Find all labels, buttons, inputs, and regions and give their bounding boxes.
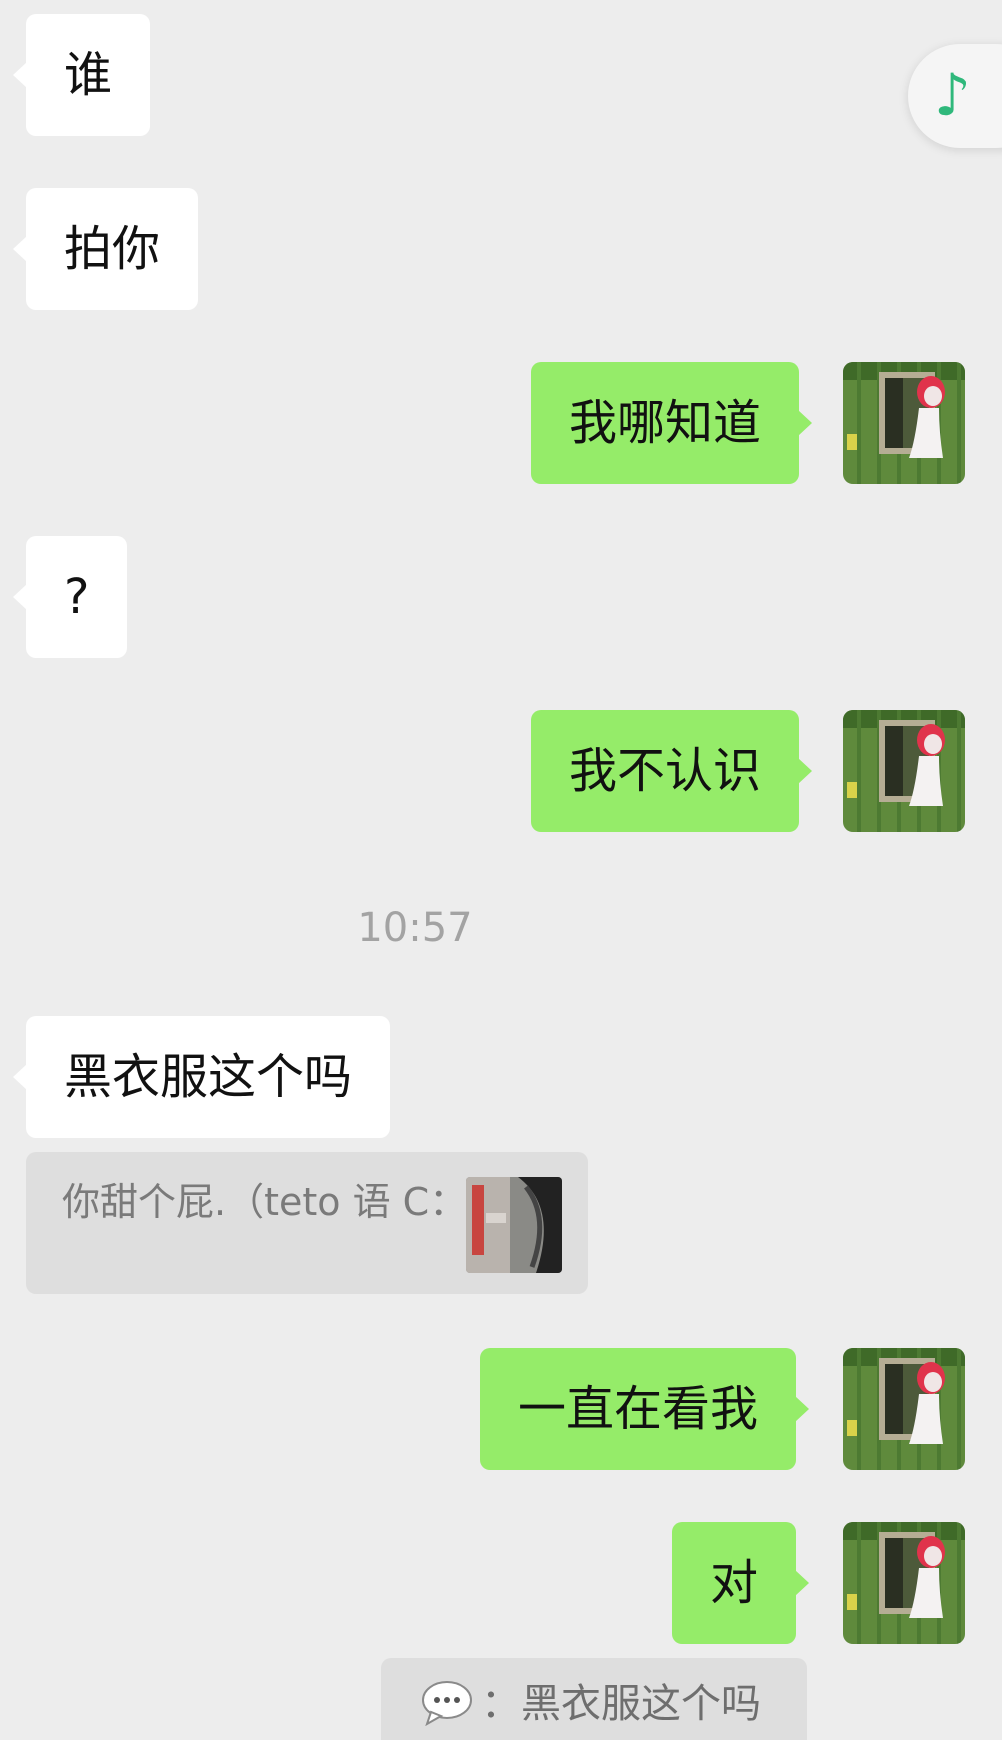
message-text: 拍你 (64, 221, 161, 277)
avatar-image (843, 710, 965, 832)
message-text: 一直在看我 (518, 1381, 759, 1437)
message-timestamp: 10:57 (357, 905, 473, 951)
incoming-message-bubble[interactable]: 拍你 (12, 188, 199, 310)
message-text: ? (64, 569, 90, 625)
outgoing-message-bubble[interactable]: 我哪知道 (531, 362, 813, 484)
quoted-message[interactable]: ：黑衣服这个吗 (381, 1658, 807, 1740)
incoming-message-bubble[interactable]: 谁 (12, 14, 151, 136)
quoted-message-text: 你甜个屁.（teto 语 C： (62, 1180, 468, 1224)
outgoing-message-bubble[interactable]: 对 (672, 1522, 810, 1644)
incoming-message-bubble[interactable]: ? (12, 536, 128, 658)
user-avatar[interactable] (843, 710, 965, 832)
incoming-message-bubble[interactable]: 黑衣服这个吗 (12, 1016, 391, 1138)
message-text: 我哪知道 (569, 395, 762, 451)
user-avatar[interactable] (843, 362, 965, 484)
outgoing-message-bubble[interactable]: 一直在看我 (480, 1348, 810, 1470)
avatar-image (843, 1522, 965, 1644)
chat-bubble-emoji-icon (422, 1681, 472, 1726)
user-avatar[interactable] (843, 1348, 965, 1470)
floating-music-button[interactable]: ♪ (908, 44, 1002, 148)
message-text: 对 (710, 1555, 759, 1611)
thumbnail-image (466, 1177, 562, 1273)
music-note-icon: ♪ (934, 61, 972, 129)
outgoing-message-bubble[interactable]: 我不认识 (531, 710, 813, 832)
user-avatar[interactable] (843, 1522, 965, 1644)
chat-message-list[interactable]: ♪ 谁 拍你 我哪知道 ? 我不认识 10:57 黑衣服这个吗 你甜个屁.（te… (0, 0, 1002, 1740)
quoted-message[interactable]: 你甜个屁.（teto 语 C： (26, 1152, 588, 1294)
message-text: 黑衣服这个吗 (64, 1049, 353, 1105)
avatar-image (843, 362, 965, 484)
quoted-message-text: ：黑衣服这个吗 (481, 1681, 761, 1727)
message-text: 我不认识 (569, 743, 762, 799)
quoted-image-thumbnail[interactable] (466, 1177, 562, 1273)
avatar-image (843, 1348, 965, 1470)
message-text: 谁 (64, 47, 113, 103)
